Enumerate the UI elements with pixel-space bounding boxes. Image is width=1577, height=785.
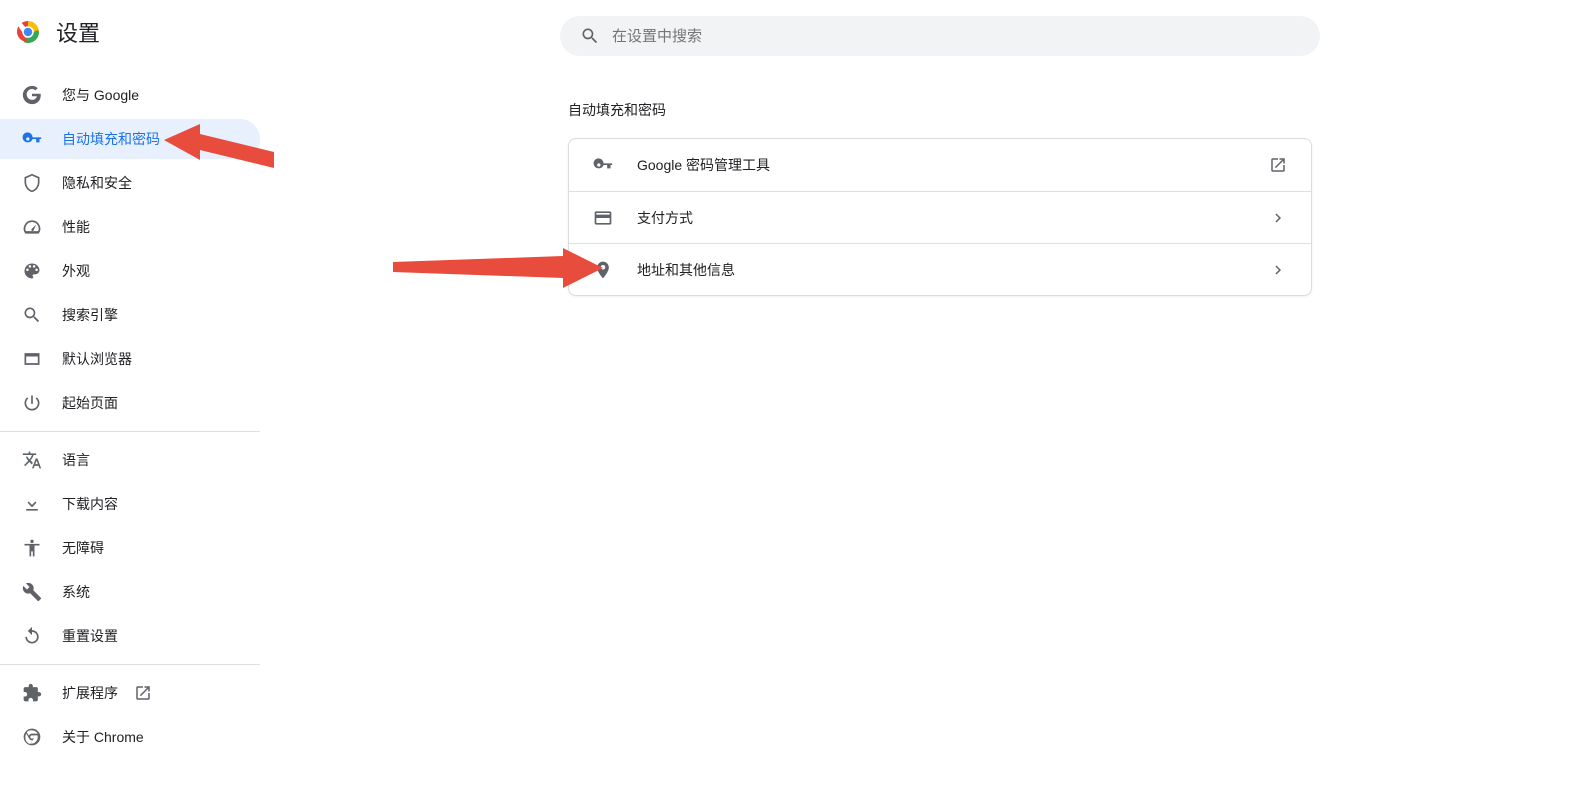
sidebar-item-label: 语言 [62,450,90,470]
row-addresses[interactable]: 地址和其他信息 [569,243,1311,295]
speedometer-icon [22,217,42,237]
row-label: 支付方式 [637,208,1269,228]
sidebar-item-about[interactable]: 关于 Chrome [0,717,260,757]
sidebar-item-you-and-google[interactable]: 您与 Google [0,75,260,115]
sidebar-item-search-engine[interactable]: 搜索引擎 [0,295,260,335]
download-icon [22,494,42,514]
chrome-logo-icon [16,20,40,44]
row-label: 地址和其他信息 [637,260,1269,280]
sidebar-item-label: 搜索引擎 [62,305,118,325]
sidebar-item-label: 默认浏览器 [62,349,132,369]
search-icon [22,305,42,325]
sidebar-item-label: 重置设置 [62,626,118,646]
sidebar-item-reset[interactable]: 重置设置 [0,616,260,656]
sidebar-item-default-browser[interactable]: 默认浏览器 [0,339,260,379]
shield-icon [22,173,42,193]
sidebar-item-languages[interactable]: 语言 [0,440,260,480]
sidebar-item-label: 扩展程序 [62,683,118,703]
divider [0,431,260,432]
sidebar-item-label: 关于 Chrome [62,727,144,747]
search-input[interactable] [612,28,1300,45]
key-icon [593,155,613,175]
sidebar-item-autofill[interactable]: 自动填充和密码 [0,119,260,159]
chevron-right-icon [1269,209,1287,227]
credit-card-icon [593,208,613,228]
browser-icon [22,349,42,369]
divider [0,664,260,665]
sidebar-item-on-startup[interactable]: 起始页面 [0,383,260,423]
sidebar-item-label: 无障碍 [62,538,104,558]
palette-icon [22,261,42,281]
sidebar-item-system[interactable]: 系统 [0,572,260,612]
accessibility-icon [22,538,42,558]
sidebar-item-performance[interactable]: 性能 [0,207,260,247]
sidebar-item-label: 自动填充和密码 [62,129,160,149]
sidebar-item-accessibility[interactable]: 无障碍 [0,528,260,568]
sidebar: 您与 Google 自动填充和密码 隐私和安全 性能 外观 搜索引擎 默认浏览器… [0,75,260,761]
sidebar-item-appearance[interactable]: 外观 [0,251,260,291]
extension-icon [22,683,42,703]
search-container[interactable] [560,16,1320,56]
google-g-icon [22,85,42,105]
row-password-manager[interactable]: Google 密码管理工具 [569,139,1311,191]
sidebar-item-label: 外观 [62,261,90,281]
sidebar-item-label: 系统 [62,582,90,602]
row-label: Google 密码管理工具 [637,155,1269,175]
sidebar-item-label: 性能 [62,217,90,237]
section-title: 自动填充和密码 [568,100,1312,120]
row-payment-methods[interactable]: 支付方式 [569,191,1311,243]
wrench-icon [22,582,42,602]
page-title: 设置 [56,16,100,48]
power-icon [22,393,42,413]
search-icon [580,26,600,46]
sidebar-item-privacy[interactable]: 隐私和安全 [0,163,260,203]
settings-card: Google 密码管理工具 支付方式 地址和其他信息 [568,138,1312,296]
chrome-outline-icon [22,727,42,747]
sidebar-item-label: 您与 Google [62,85,139,105]
translate-icon [22,450,42,470]
sidebar-item-label: 隐私和安全 [62,173,132,193]
reset-icon [22,626,42,646]
external-link-icon [134,684,152,702]
external-link-icon [1269,156,1287,174]
sidebar-item-label: 起始页面 [62,393,118,413]
key-icon [22,129,42,149]
sidebar-item-label: 下载内容 [62,494,118,514]
sidebar-item-extensions[interactable]: 扩展程序 [0,673,260,713]
sidebar-item-downloads[interactable]: 下载内容 [0,484,260,524]
location-icon [593,260,613,280]
chevron-right-icon [1269,261,1287,279]
